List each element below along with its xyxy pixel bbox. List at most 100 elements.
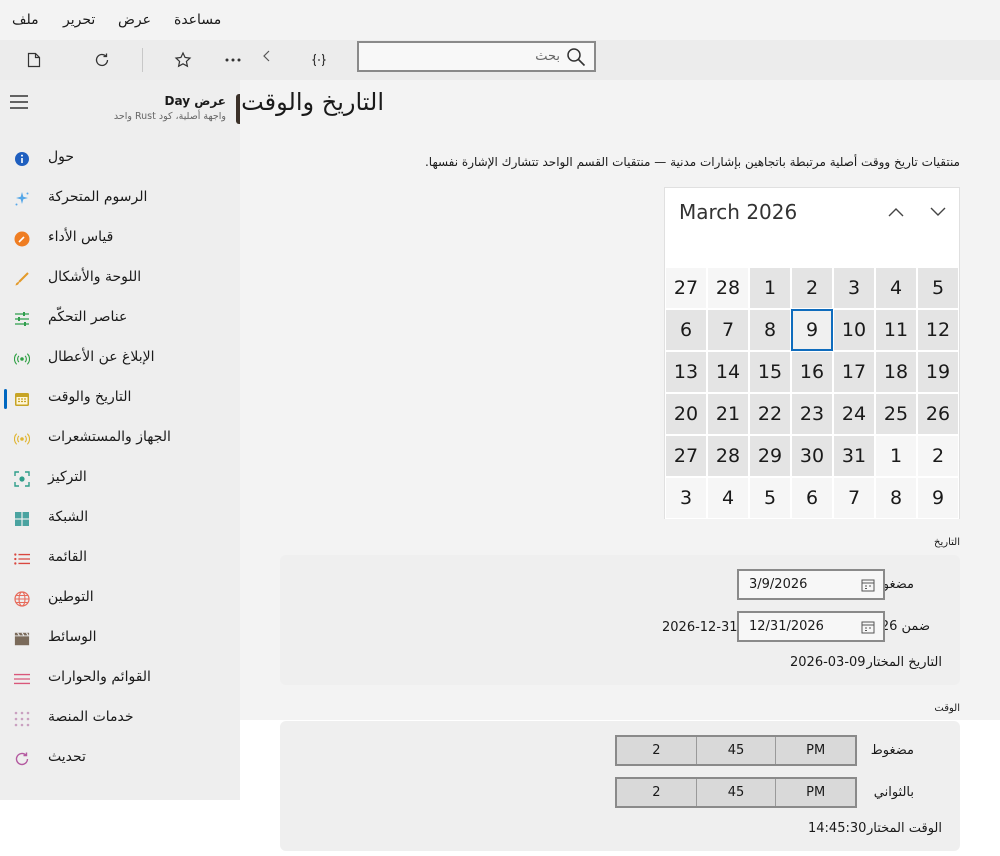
sidebar-item[interactable]: الوسائط xyxy=(0,619,240,659)
calendar-day[interactable]: 7 xyxy=(833,477,875,519)
time-compact-period[interactable]: PM xyxy=(775,737,855,764)
chevron-down-icon[interactable] xyxy=(924,198,952,226)
sidebar-item-label: التاريخ والوقت xyxy=(48,389,132,405)
calendar-day[interactable]: 19 xyxy=(917,351,959,393)
sidebar-item-label: القائمة xyxy=(48,549,87,565)
calendar-day[interactable]: 17 xyxy=(833,351,875,393)
media-icon xyxy=(14,631,30,647)
sidebar-item[interactable]: عناصر التحكّم xyxy=(0,299,240,339)
calendar-day[interactable]: 2 xyxy=(917,435,959,477)
date-selected-label: التاريخ المختار xyxy=(866,655,942,670)
calendar-day[interactable]: 6 xyxy=(791,477,833,519)
calendar-day[interactable]: 29 xyxy=(749,435,791,477)
calendar-day[interactable]: 8 xyxy=(749,309,791,351)
calendar-day[interactable]: 1 xyxy=(749,267,791,309)
calendar-day[interactable]: 25 xyxy=(875,393,917,435)
calendar-day[interactable]: 3 xyxy=(833,267,875,309)
calendar-day[interactable]: 13 xyxy=(665,351,707,393)
search-box[interactable]: بحث xyxy=(357,41,596,72)
calendar-day[interactable]: 28 xyxy=(707,435,749,477)
search-icon[interactable] xyxy=(566,47,586,71)
brush-icon xyxy=(14,271,30,287)
sidebar-item[interactable]: قياس الأداء xyxy=(0,219,240,259)
star-icon[interactable] xyxy=(171,48,195,72)
refresh-icon[interactable] xyxy=(90,48,114,72)
calendar-day[interactable]: 7 xyxy=(707,309,749,351)
chevron-up-icon[interactable] xyxy=(882,198,910,226)
calendar-day[interactable]: 12 xyxy=(917,309,959,351)
calendar-day[interactable]: 4 xyxy=(707,477,749,519)
back-icon[interactable] xyxy=(255,44,279,68)
time-compact-hour[interactable]: 2 xyxy=(617,737,696,764)
calendar-day[interactable]: 4 xyxy=(875,267,917,309)
time-seconds-period[interactable]: PM xyxy=(775,779,855,806)
more-icon[interactable] xyxy=(221,48,245,72)
calendar-day[interactable]: 16 xyxy=(791,351,833,393)
sidebar-item[interactable]: التوطين xyxy=(0,579,240,619)
sidebar-item[interactable]: التاريخ والوقت xyxy=(0,379,240,419)
time-seconds-label: بالثواني xyxy=(873,785,914,800)
calendar-day[interactable]: 2 xyxy=(791,267,833,309)
calendar-day[interactable]: 3 xyxy=(665,477,707,519)
sidebar-item[interactable]: حول xyxy=(0,139,240,179)
calendar-day[interactable]: 23 xyxy=(791,393,833,435)
sidebar-item[interactable]: الإبلاغ عن الأعطال xyxy=(0,339,240,379)
time-compact-picker[interactable]: 2 45 PM xyxy=(615,735,857,766)
date-compact-input[interactable]: 3/9/2026 xyxy=(737,569,885,600)
calendar-day[interactable]: 11 xyxy=(875,309,917,351)
date-selected-value: 2026-03-09 xyxy=(790,655,866,670)
time-seconds-picker[interactable]: 2 45 PM xyxy=(615,777,857,808)
time-seconds-minute[interactable]: 45 xyxy=(695,779,776,806)
sidebar-item[interactable]: الشبكة xyxy=(0,499,240,539)
calendar-day[interactable]: 9 xyxy=(791,309,833,351)
menu-bar: ملف تحرير عرض مساعدة xyxy=(0,0,1000,40)
sidebar-item[interactable]: القائمة xyxy=(0,539,240,579)
date-within-input[interactable]: 12/31/2026 xyxy=(737,611,885,642)
sidebar-item[interactable]: خدمات المنصة xyxy=(0,699,240,739)
time-compact-minute[interactable]: 45 xyxy=(695,737,776,764)
gauge-icon xyxy=(14,231,30,247)
broadcast-icon xyxy=(14,351,30,367)
calendar-day[interactable]: 24 xyxy=(833,393,875,435)
calendar-day[interactable]: 26 xyxy=(917,393,959,435)
time-seconds-hour[interactable]: 2 xyxy=(617,779,696,806)
calendar-day[interactable]: 10 xyxy=(833,309,875,351)
calendar-icon xyxy=(14,391,30,407)
calendar-day[interactable]: 6 xyxy=(665,309,707,351)
sidebar-item[interactable]: القوائم والحوارات xyxy=(0,659,240,699)
sidebar-item[interactable]: تحديث xyxy=(0,739,240,779)
calendar-day[interactable]: 18 xyxy=(875,351,917,393)
new-file-icon[interactable] xyxy=(22,48,46,72)
hamburger-menu-icon[interactable] xyxy=(10,94,28,113)
calendar-day[interactable]: 30 xyxy=(791,435,833,477)
calendar-month-label[interactable]: March 2026 xyxy=(679,200,797,224)
calendar-day[interactable]: 22 xyxy=(749,393,791,435)
menu-view[interactable]: عرض xyxy=(118,12,151,28)
calendar-day[interactable]: 1 xyxy=(875,435,917,477)
app-title: عرض Day xyxy=(164,94,227,108)
calendar-day[interactable]: 20 xyxy=(665,393,707,435)
calendar-day[interactable]: 9 xyxy=(917,477,959,519)
calendar-day[interactable]: 5 xyxy=(917,267,959,309)
selected-indicator xyxy=(4,389,7,409)
sidebar-item[interactable]: الجهاز والمستشعرات xyxy=(0,419,240,459)
update-icon xyxy=(14,751,30,767)
calendar-day[interactable]: 8 xyxy=(875,477,917,519)
code-braces-icon[interactable] xyxy=(307,48,331,72)
info-icon xyxy=(14,151,30,167)
calendar-day[interactable]: 31 xyxy=(833,435,875,477)
calendar-day[interactable]: 27 xyxy=(665,267,707,309)
menu-help[interactable]: مساعدة xyxy=(174,12,221,28)
sidebar-item[interactable]: الرسوم المتحركة xyxy=(0,179,240,219)
menu-edit[interactable]: تحرير xyxy=(63,12,95,28)
sidebar-item[interactable]: اللوحة والأشكال xyxy=(0,259,240,299)
calendar-day[interactable]: 27 xyxy=(665,435,707,477)
menu-file[interactable]: ملف xyxy=(12,12,39,28)
calendar-day[interactable]: 5 xyxy=(749,477,791,519)
calendar-day[interactable]: 21 xyxy=(707,393,749,435)
sidebar-item-label: قياس الأداء xyxy=(48,229,114,245)
calendar-day[interactable]: 15 xyxy=(749,351,791,393)
calendar-day[interactable]: 28 xyxy=(707,267,749,309)
calendar-day[interactable]: 14 xyxy=(707,351,749,393)
sidebar-item[interactable]: التركيز xyxy=(0,459,240,499)
